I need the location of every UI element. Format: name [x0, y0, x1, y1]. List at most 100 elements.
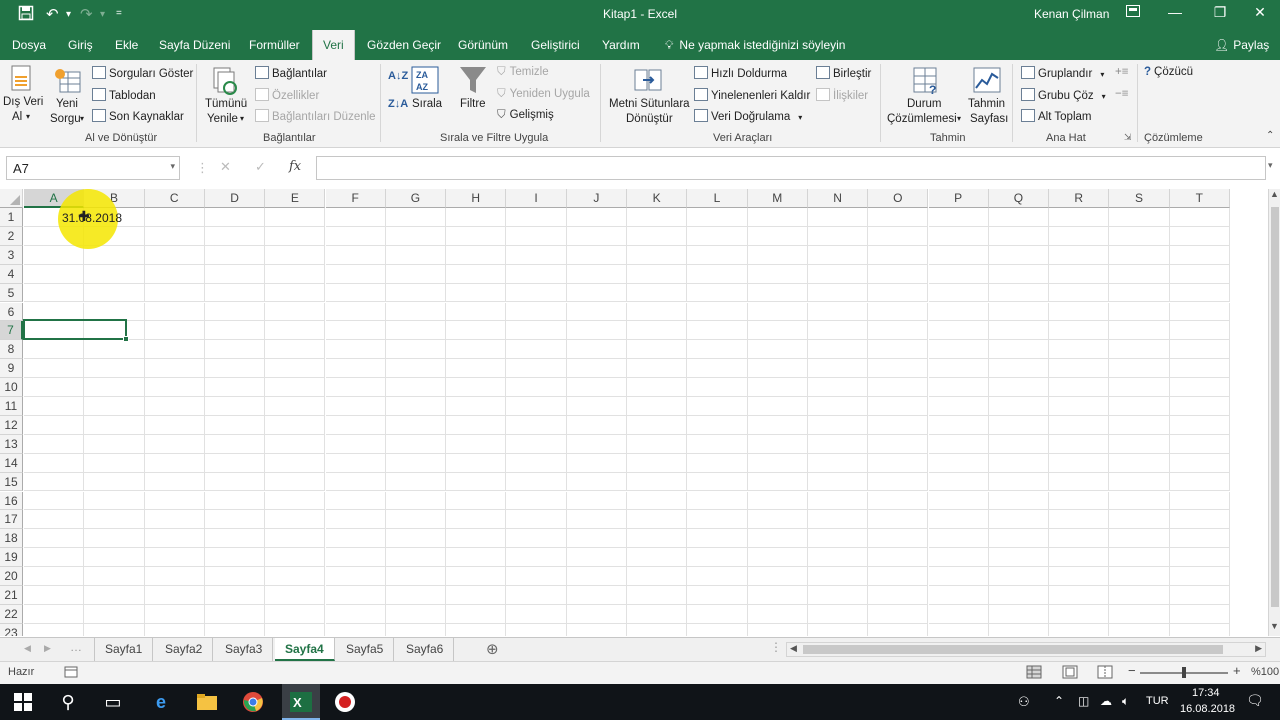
show-queries-button[interactable]: Sorguları Göster	[92, 66, 193, 80]
cell-E7[interactable]	[265, 321, 326, 341]
show-detail-icon[interactable]: +≡	[1115, 66, 1128, 78]
cell-J16[interactable]	[566, 491, 627, 511]
cell-R8[interactable]	[1049, 340, 1110, 360]
cell-T16[interactable]	[1169, 491, 1230, 511]
cell-I1[interactable]	[506, 208, 567, 227]
cell-F4[interactable]	[325, 264, 386, 284]
cell-P10[interactable]	[928, 378, 989, 397]
cell-R11[interactable]	[1049, 397, 1110, 416]
cell-C19[interactable]	[144, 548, 205, 568]
cell-H5[interactable]	[446, 283, 507, 303]
cell-O4[interactable]	[868, 264, 929, 284]
cell-I22[interactable]	[506, 604, 567, 624]
cell-P8[interactable]	[928, 340, 989, 360]
cell-P19[interactable]	[928, 548, 989, 568]
cell-O18[interactable]	[868, 529, 929, 549]
cell-L15[interactable]	[687, 472, 748, 492]
cell-N15[interactable]	[807, 472, 869, 492]
cell-L12[interactable]	[687, 415, 748, 435]
column-header-K[interactable]: K	[627, 189, 688, 208]
cell-A8[interactable]	[24, 340, 85, 360]
cell-E13[interactable]	[265, 434, 326, 454]
cell-P14[interactable]	[928, 453, 989, 473]
cell-F23[interactable]	[326, 623, 386, 636]
cell-A14[interactable]	[24, 453, 85, 473]
cell-G17[interactable]	[385, 510, 447, 530]
cell-J10[interactable]	[566, 378, 627, 397]
cell-H3[interactable]	[446, 245, 507, 265]
cell-N13[interactable]	[807, 434, 869, 454]
cell-E11[interactable]	[265, 397, 326, 416]
cell-C14[interactable]	[144, 453, 205, 473]
get-external-data-icon[interactable]	[10, 64, 34, 97]
cell-T1[interactable]	[1169, 208, 1230, 227]
hide-detail-icon[interactable]: −≡	[1115, 88, 1128, 100]
cell-F20[interactable]	[325, 567, 386, 586]
flash-fill-button[interactable]: Hızlı Doldurma	[694, 66, 787, 80]
share-button[interactable]: 👤︎ Paylaş	[1214, 38, 1269, 52]
cell-P23[interactable]	[929, 623, 989, 636]
cell-T23[interactable]	[1170, 623, 1230, 636]
column-header-O[interactable]: O	[868, 189, 929, 208]
cell-K2[interactable]	[627, 226, 688, 246]
cell-J22[interactable]	[566, 604, 627, 624]
cell-H23[interactable]	[446, 623, 507, 636]
cell-E12[interactable]	[265, 415, 326, 435]
cell-I17[interactable]	[506, 510, 567, 530]
cell-M20[interactable]	[747, 567, 808, 586]
row-header-7[interactable]: 7	[0, 321, 23, 341]
sheet-tab-4[interactable]: Sayfa4	[275, 638, 335, 661]
cell-R17[interactable]	[1049, 510, 1110, 530]
cell-L11[interactable]	[687, 397, 748, 416]
remove-duplicates-button[interactable]: Yinelenenleri Kaldır	[694, 88, 810, 102]
refresh-all-icon[interactable]	[212, 66, 240, 99]
cell-P2[interactable]	[928, 226, 989, 246]
vertical-scroll-thumb[interactable]	[1271, 207, 1279, 607]
cell-B14[interactable]	[84, 453, 145, 473]
cell-D3[interactable]	[204, 245, 266, 265]
cell-A23[interactable]	[24, 623, 85, 636]
cell-J5[interactable]	[566, 283, 627, 303]
cell-D15[interactable]	[204, 472, 266, 492]
cell-K15[interactable]	[627, 472, 688, 492]
cell-T4[interactable]	[1169, 264, 1230, 284]
cell-L16[interactable]	[687, 491, 748, 511]
tab-home[interactable]: Giriş	[68, 38, 93, 52]
cell-A15[interactable]	[24, 472, 85, 492]
cell-A19[interactable]	[24, 548, 85, 568]
cell-J11[interactable]	[566, 397, 627, 416]
cell-L2[interactable]	[687, 226, 748, 246]
cell-T12[interactable]	[1169, 415, 1230, 435]
forecast-sheet-label-2[interactable]: Sayfası	[970, 113, 1008, 125]
cell-K23[interactable]	[627, 623, 688, 636]
cell-K7[interactable]	[627, 321, 688, 341]
cell-C16[interactable]	[144, 491, 205, 511]
cell-L9[interactable]	[687, 359, 748, 379]
row-header-20[interactable]: 20	[0, 567, 23, 586]
cell-T5[interactable]	[1169, 283, 1230, 303]
cell-B18[interactable]	[84, 529, 145, 549]
cell-J14[interactable]	[566, 453, 627, 473]
cell-E9[interactable]	[265, 359, 326, 379]
zoom-out-icon[interactable]: −	[1128, 663, 1136, 678]
cell-G1[interactable]	[385, 208, 447, 227]
cell-Q3[interactable]	[988, 245, 1050, 265]
get-external-data-label-1[interactable]: Dış Veri	[3, 96, 43, 108]
column-header-S[interactable]: S	[1109, 189, 1170, 208]
cell-D18[interactable]	[204, 529, 266, 549]
collapse-ribbon-icon[interactable]: ⌃	[1266, 130, 1274, 141]
row-header-5[interactable]: 5	[0, 283, 23, 303]
cell-P6[interactable]	[928, 302, 989, 322]
cell-F11[interactable]	[325, 397, 386, 416]
cell-A17[interactable]	[24, 510, 85, 530]
cell-H12[interactable]	[446, 415, 507, 435]
cell-E2[interactable]	[265, 226, 326, 246]
cell-F8[interactable]	[325, 340, 386, 360]
cell-J3[interactable]	[566, 245, 627, 265]
cell-G8[interactable]	[385, 340, 447, 360]
cell-S1[interactable]	[1109, 208, 1170, 227]
scroll-right-icon[interactable]: ▶	[1255, 643, 1262, 654]
cell-D8[interactable]	[204, 340, 266, 360]
cell-R13[interactable]	[1049, 434, 1110, 454]
cell-C21[interactable]	[144, 586, 205, 605]
